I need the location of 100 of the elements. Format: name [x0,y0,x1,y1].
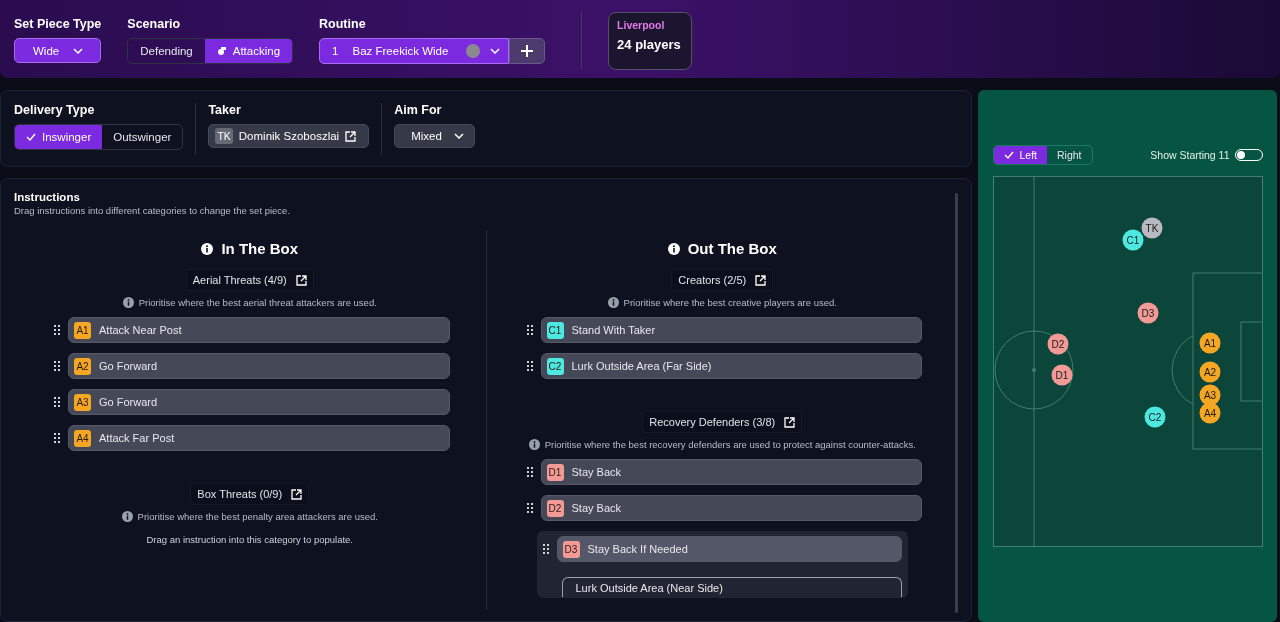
instruction-item[interactable]: D3 Stay Back If Needed [556,536,902,562]
external-link-icon [291,488,303,500]
instructions-title: Instructions [14,191,81,203]
routine-label: Routine [319,17,367,31]
player-badge: C2 [546,357,564,375]
drag-handle-icon[interactable] [54,325,61,335]
category-hint: Prioritise where the best aerial threat attackers are used. [138,297,377,308]
status-dot-icon [466,44,481,58]
instruction-item[interactable]: D2 Stay Back [540,495,922,521]
instruction-label: Go Forward [99,396,158,408]
player-marker[interactable]: A1 [1199,332,1221,354]
drag-handle-icon[interactable] [54,433,61,443]
instruction-item[interactable]: A4 Attack Far Post [68,425,450,451]
chevron-down-icon [490,48,501,54]
player-marker[interactable]: D1 [1051,364,1073,386]
player-marker[interactable]: A3 [1199,384,1221,406]
category-header[interactable]: Creators (2/5) [671,269,774,291]
scrollbar[interactable] [955,193,958,613]
player-marker[interactable]: C1 [1122,229,1144,251]
player-count: 24 players [617,37,682,52]
aim-for-dropdown[interactable]: Mixed [394,124,476,148]
external-link-icon [784,416,796,428]
instruction-item[interactable]: C2 Lurk Outside Area (Far Side) [540,353,922,379]
player-marker[interactable]: D3 [1137,302,1159,324]
drag-handle-icon[interactable] [526,325,534,335]
set-piece-type-label: Set Piece Type [14,17,102,31]
info-icon [607,297,619,308]
drag-handle-icon[interactable] [526,467,534,477]
player-badge: A1 [74,321,91,339]
drag-handle-icon[interactable] [526,503,534,513]
player-marker[interactable]: A4 [1199,402,1221,424]
routine-number: 1 [332,45,339,57]
instruction-item[interactable]: C1 Stand With Taker [540,317,922,343]
category-header[interactable]: Box Threats (0/9) [190,483,310,505]
drag-handle-icon[interactable] [526,361,534,371]
drag-handle-icon[interactable] [542,544,550,554]
taker-button[interactable]: TK Dominik Szoboszlai [208,124,370,148]
player-badge: A2 [74,357,91,375]
instruction-label: Attack Near Post [99,324,182,336]
empty-category-text: Drag an instruction into this category to populate. [145,534,354,547]
column-title: In The Box [221,240,299,257]
routine-name: Baz Freekick Wide [352,45,450,57]
player-marker[interactable]: TK [1141,217,1163,239]
routine-dropdown[interactable]: 1 Baz Freekick Wide [319,38,510,64]
instruction-label: Stay Back [571,466,622,478]
instruction-label: Lurk Outside Area (Far Side) [571,360,712,372]
player-marker[interactable]: C2 [1144,406,1166,428]
check-icon [26,133,36,141]
whistle-icon [216,46,227,56]
chevron-down-icon [73,47,84,54]
plus-icon [520,44,535,58]
player-badge: A4 [74,429,91,447]
instruction-option[interactable]: Lurk Outside Area (Near Side) [561,577,902,597]
player-badge: D1 [546,463,564,481]
external-link-icon [295,274,307,286]
category-hint: Prioritise where the best penalty area attackers are used. [137,511,378,522]
side-tab[interactable]: Left [993,146,1047,164]
delivery-type-label: Delivery Type [14,103,96,117]
info-icon [122,297,134,308]
instruction-label: Stay Back If Needed [587,543,688,555]
instructions-subtitle: Drag instructions into different categories to change the set piece. [14,205,291,216]
info-icon [528,439,540,450]
player-marker[interactable]: D2 [1047,333,1069,355]
scenario-tab[interactable]: Attacking [204,39,293,63]
chevron-down-icon [453,133,464,139]
add-routine-button[interactable] [509,38,546,64]
column-title: Out The Box [687,240,777,257]
info-icon [667,242,680,255]
external-link-icon [345,130,357,142]
category-hint: Prioritise where the best recovery defenders are used to protect against counter-attacks. [544,439,916,450]
instruction-label: Attack Far Post [99,432,175,444]
player-badge: C1 [546,321,564,339]
info-icon [121,511,133,522]
instruction-item[interactable]: A2 Go Forward [68,353,450,379]
set-piece-type-dropdown[interactable]: Wide [14,38,102,63]
player-badge: A3 [74,393,91,411]
aim-for-label: Aim For [394,103,443,117]
instruction-label: Stand With Taker [571,324,656,336]
external-link-icon [755,274,767,286]
delivery-type-option[interactable]: Outswinger [102,125,183,149]
side-tab[interactable]: Right [1047,146,1092,164]
check-icon [1003,151,1014,159]
drag-handle-icon[interactable] [54,361,61,371]
team-name: Liverpool [617,19,666,31]
instruction-item[interactable]: D1 Stay Back [540,459,922,485]
instruction-item[interactable]: A1 Attack Near Post [68,317,450,343]
instruction-item[interactable]: A3 Go Forward [68,389,450,415]
instruction-label: Stay Back [571,502,622,514]
delivery-type-option[interactable]: Inswinger [15,125,103,149]
player-badge: D2 [546,499,564,517]
scenario-label: Scenario [127,17,182,31]
category-header[interactable]: Recovery Defenders (3/8) [642,411,803,433]
taker-label: Taker [208,103,242,117]
show-starting-11-label: Show Starting 11 [1150,149,1230,161]
instruction-label: Go Forward [99,360,158,372]
scenario-tab[interactable]: Defending [128,39,205,63]
player-marker[interactable]: A2 [1199,361,1221,383]
player-badge: D3 [562,540,580,558]
category-header[interactable]: Aerial Threats (4/9) [185,269,314,291]
drag-handle-icon[interactable] [54,397,61,407]
